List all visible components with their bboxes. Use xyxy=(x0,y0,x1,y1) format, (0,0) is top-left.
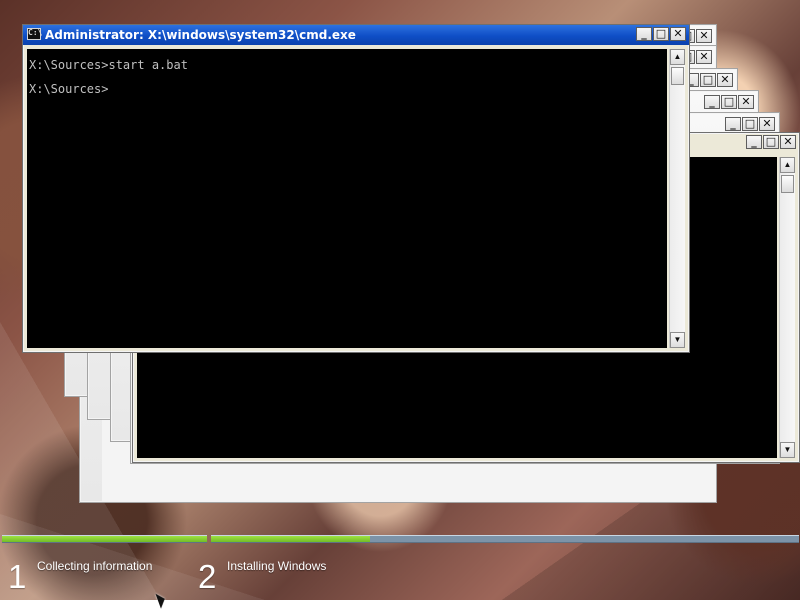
maximize-button[interactable]: □ xyxy=(653,27,669,41)
collecting-information-progress xyxy=(2,535,207,543)
console-output[interactable]: X:\Sources>start a.bat X:\Sources> xyxy=(27,49,667,348)
maximize-button[interactable]: □ xyxy=(700,73,716,87)
scroll-down-icon[interactable]: ▼ xyxy=(670,332,685,348)
cmd-window-foreground[interactable]: C:\ Administrator: X:\windows\system32\c… xyxy=(22,24,690,353)
installing-windows-progress xyxy=(211,535,799,543)
stage-label: Installing Windows xyxy=(227,559,327,573)
minimize-button[interactable]: _ xyxy=(636,27,652,41)
close-button[interactable]: ✕ xyxy=(696,50,712,64)
collecting-information-progress-fill xyxy=(2,536,207,542)
minimize-button[interactable]: _ xyxy=(746,135,762,149)
console-line: X:\Sources> xyxy=(29,82,109,96)
maximize-button[interactable]: □ xyxy=(763,135,779,149)
vertical-scrollbar[interactable]: ▲ ▼ xyxy=(779,157,795,458)
setup-progress-bar xyxy=(0,534,800,544)
window-controls: _ □ ✕ xyxy=(636,27,686,41)
scroll-thumb[interactable] xyxy=(671,67,684,85)
close-button[interactable]: ✕ xyxy=(696,29,712,43)
stage-number: 1 xyxy=(8,558,27,595)
window-controls: _ □ ✕ xyxy=(725,117,775,131)
window-controls: _ □ ✕ xyxy=(683,73,733,87)
close-button[interactable]: ✕ xyxy=(780,135,796,149)
close-button[interactable]: ✕ xyxy=(738,95,754,109)
window-title: Administrator: X:\windows\system32\cmd.e… xyxy=(45,28,356,42)
installing-windows-progress-fill xyxy=(211,536,370,542)
scroll-thumb[interactable] xyxy=(781,175,794,193)
close-button[interactable]: ✕ xyxy=(670,27,686,41)
minimize-button[interactable]: _ xyxy=(704,95,720,109)
console-line: X:\Sources>start a.bat xyxy=(29,58,188,72)
close-button[interactable]: ✕ xyxy=(759,117,775,131)
scroll-up-icon[interactable]: ▲ xyxy=(670,49,685,65)
maximize-button[interactable]: □ xyxy=(742,117,758,131)
cmd-icon: C:\ xyxy=(27,28,42,40)
scroll-down-icon[interactable]: ▼ xyxy=(780,442,795,458)
vertical-scrollbar[interactable]: ▲ ▼ xyxy=(669,49,685,348)
minimize-button[interactable]: _ xyxy=(725,117,741,131)
window-controls: _ □ ✕ xyxy=(704,95,754,109)
scroll-up-icon[interactable]: ▲ xyxy=(780,157,795,173)
stage-label: Collecting information xyxy=(37,559,153,573)
window-titlebar[interactable]: C:\ Administrator: X:\windows\system32\c… xyxy=(23,25,689,45)
stage-number: 2 xyxy=(198,558,217,595)
maximize-button[interactable]: □ xyxy=(721,95,737,109)
window-controls: _ □ ✕ xyxy=(746,135,796,149)
close-button[interactable]: ✕ xyxy=(717,73,733,87)
